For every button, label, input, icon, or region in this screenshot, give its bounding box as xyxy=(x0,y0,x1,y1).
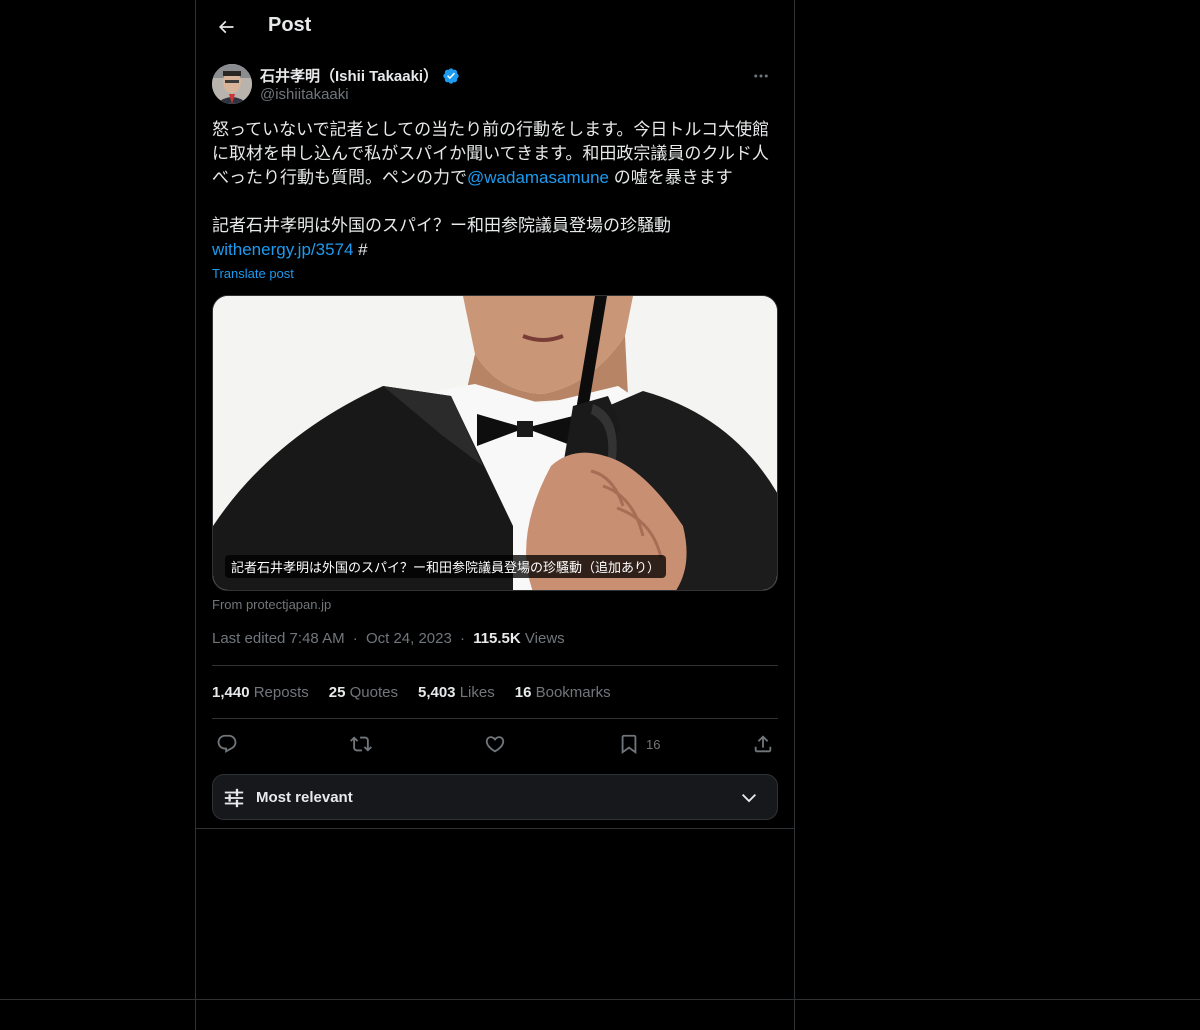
author-handle[interactable]: @ishiitakaaki xyxy=(260,86,349,103)
reposts-stat[interactable]: 1,440 Reposts xyxy=(212,684,309,701)
reposts-count: 1,440 xyxy=(212,684,250,701)
section-divider xyxy=(196,828,794,829)
avatar[interactable] xyxy=(212,64,252,104)
meta-separator: · xyxy=(460,630,466,647)
chevron-down-icon xyxy=(741,793,757,803)
post-text-segment: べったり行動も質問。ペンの力で xyxy=(212,168,467,187)
repost-button[interactable] xyxy=(350,729,372,759)
views-label: Views xyxy=(524,630,565,647)
post-date[interactable]: Oct 24, 2023 xyxy=(366,630,452,647)
translate-post-link[interactable]: Translate post xyxy=(212,266,294,281)
post-text-line: withenergy.jp/3574 # xyxy=(212,238,778,262)
card-caption: 記者石井孝明は外国のスパイ？ー和田参院議員登場の珍騒動（追加あり） xyxy=(225,555,667,578)
page: Post 石井孝明（Ishii Takaaki） @ishiitakaaki 怒… xyxy=(0,0,1200,1030)
likes-label: Likes xyxy=(459,684,495,701)
bookmarks-count: 16 xyxy=(514,684,532,701)
post-text: 怒っていないで記者としての当たり前の行動をします。今日トルコ大使館 に取材を申し… xyxy=(212,118,778,262)
like-button[interactable] xyxy=(484,729,506,759)
post-header: Post xyxy=(196,0,794,54)
verified-badge-icon[interactable] xyxy=(442,67,460,85)
likes-stat[interactable]: 5,403 Likes xyxy=(418,684,495,701)
hashtag-text: # xyxy=(353,240,368,259)
post: 石井孝明（Ishii Takaaki） @ishiitakaaki 怒っていない… xyxy=(212,64,778,820)
post-text-line: 怒っていないで記者としての当たり前の行動をします。今日トルコ大使館 xyxy=(212,120,770,139)
divider xyxy=(212,718,778,719)
repost-icon xyxy=(350,736,372,752)
filter-sliders-icon xyxy=(224,788,244,808)
engagement-stats: 1,440 Reposts 25 Quotes 5,403 Likes 16 B… xyxy=(212,684,611,701)
reply-icon xyxy=(217,734,237,753)
divider xyxy=(212,665,778,666)
post-text-line: 記者石井孝明は外国のスパイ？ー和田参院議員登場の珍騒動 xyxy=(212,216,671,235)
author-name-line: 石井孝明（Ishii Takaaki） xyxy=(260,65,460,86)
share-button[interactable] xyxy=(752,729,774,759)
page-title: Post xyxy=(268,14,312,36)
bookmark-count: 16 xyxy=(646,736,661,752)
edited-time[interactable]: Last edited 7:48 AM xyxy=(212,630,345,647)
reply-sort-dropdown[interactable]: Most relevant xyxy=(212,774,778,820)
meta-separator: · xyxy=(352,630,358,647)
reply-button[interactable] xyxy=(216,729,238,759)
more-icon xyxy=(754,74,768,78)
likes-count: 5,403 xyxy=(417,684,456,701)
quotes-stat[interactable]: 25 Quotes xyxy=(329,684,398,701)
post-text-line: に取材を申し込んで私がスパイか聞いてきます。和田政宗議員のクルド人 xyxy=(212,144,769,163)
reposts-label: Reposts xyxy=(253,684,309,701)
link-card[interactable]: 記者石井孝明は外国のスパイ？ー和田参院議員登場の珍騒動（追加あり） xyxy=(212,295,778,591)
mention-link[interactable]: @wadamasamune xyxy=(467,168,609,187)
primary-column: Post 石井孝明（Ishii Takaaki） @ishiitakaaki 怒… xyxy=(195,0,795,1030)
more-options-button[interactable] xyxy=(744,64,778,88)
post-text-line: べったり行動も質問。ペンの力で@wadamasamune の嘘を暴きます xyxy=(212,166,778,190)
bottom-divider xyxy=(0,999,1200,1000)
bookmarks-stat[interactable]: 16 Bookmarks xyxy=(515,684,611,701)
action-bar: 16 xyxy=(212,729,778,759)
avatar-image xyxy=(212,64,252,104)
share-icon xyxy=(754,735,772,753)
back-arrow-icon xyxy=(218,20,234,34)
bookmark-button[interactable]: 16 xyxy=(618,729,660,759)
quotes-label: Quotes xyxy=(349,684,398,701)
sort-label: Most relevant xyxy=(256,789,353,806)
views-count: 115.5K xyxy=(473,630,521,647)
article-link[interactable]: withenergy.jp/3574 xyxy=(212,240,353,259)
author-row: 石井孝明（Ishii Takaaki） @ishiitakaaki xyxy=(212,64,778,108)
like-icon xyxy=(485,736,505,753)
post-meta: Last edited 7:48 AM · Oct 24, 2023 · 115… xyxy=(212,630,565,647)
back-button[interactable] xyxy=(208,9,244,45)
bookmark-icon xyxy=(621,734,637,755)
post-text-segment: の嘘を暴きます xyxy=(609,168,733,187)
bookmarks-label: Bookmarks xyxy=(535,684,611,701)
card-source[interactable]: From protectjapan.jp xyxy=(212,597,331,612)
author-name[interactable]: 石井孝明（Ishii Takaaki） xyxy=(260,65,438,86)
quotes-count: 25 xyxy=(328,684,346,701)
card-image xyxy=(213,296,777,590)
